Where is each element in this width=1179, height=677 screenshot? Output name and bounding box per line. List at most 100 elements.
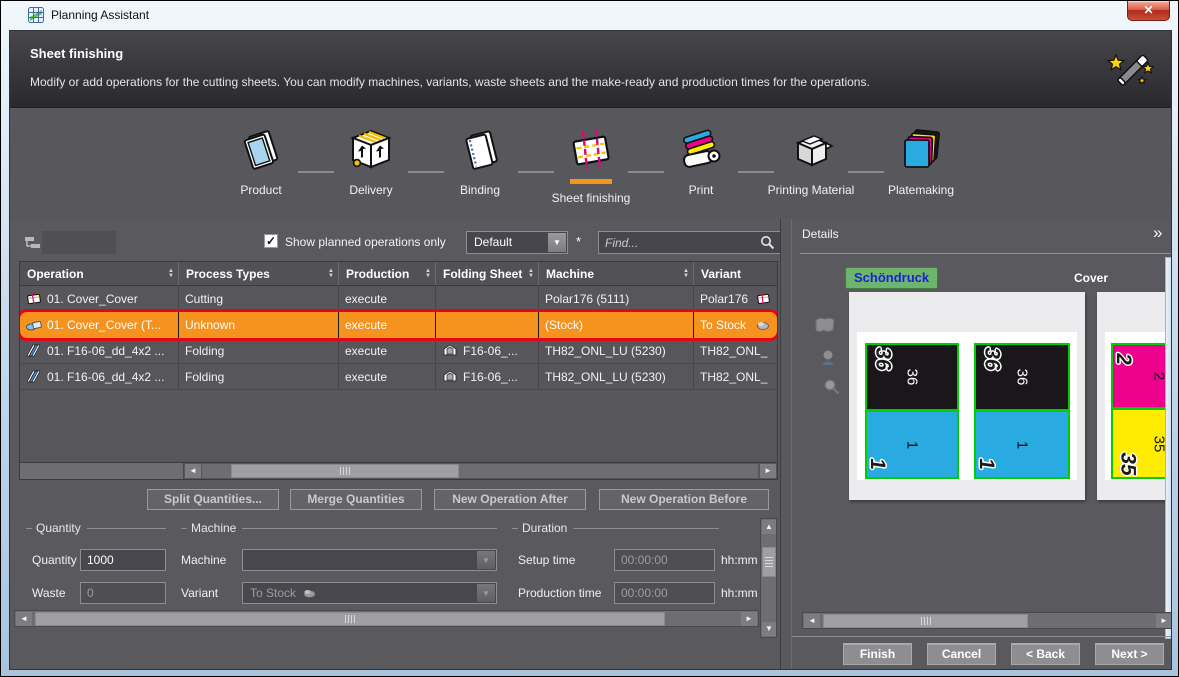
table-hscrollbar[interactable]: ◄ ► xyxy=(20,462,777,479)
sheet-preview-back[interactable]: 2 2 35 35 xyxy=(1097,292,1172,500)
panel-hscrollbar[interactable]: ◄ ► xyxy=(14,610,759,627)
sheet-preview-icon[interactable] xyxy=(812,315,838,335)
step-platemaking[interactable]: Platemaking xyxy=(871,127,971,197)
sheet-preview-front[interactable]: 36 36 1 1 36 36 1 1 xyxy=(849,292,1085,500)
step-binding[interactable]: Binding xyxy=(430,127,530,197)
setup-time-unit: hh:mm xyxy=(721,553,759,567)
scroll-right-button[interactable]: ► xyxy=(760,464,776,478)
chevron-down-icon[interactable]: ▼ xyxy=(548,233,566,252)
page-number: 36 xyxy=(904,369,921,386)
page-bottom-cyan: 1 1 xyxy=(974,410,1070,479)
merge-quantities-button[interactable]: Merge Quantities xyxy=(290,489,422,510)
page-number-corner: 1 xyxy=(976,457,996,471)
titlebar[interactable]: Planning Assistant ✕ xyxy=(1,1,1178,29)
scrollbar-thumb[interactable] xyxy=(35,612,665,626)
variant-value: To Stock xyxy=(250,586,296,600)
sort-icon[interactable]: ▲▼ xyxy=(528,269,534,279)
step-print[interactable]: Print xyxy=(651,127,751,197)
cancel-button[interactable]: Cancel xyxy=(927,643,996,665)
page-number: 1 xyxy=(904,440,921,448)
window-title: Planning Assistant xyxy=(51,8,149,22)
step-delivery[interactable]: Delivery xyxy=(321,127,421,197)
scrollbar-thumb[interactable] xyxy=(231,464,459,478)
scroll-left-button[interactable]: ◄ xyxy=(16,612,32,626)
step-label: Binding xyxy=(430,183,530,197)
step-label: Printing Material xyxy=(761,183,861,197)
column-header-folding-sheet[interactable]: Folding Sheet▲▼ xyxy=(436,262,539,285)
form-vscrollbar[interactable]: ▲ ▼ xyxy=(760,518,777,638)
sort-icon[interactable]: ▲▼ xyxy=(683,269,689,279)
machine-label: Machine xyxy=(181,553,226,567)
column-header-operation[interactable]: Operation▲▼ xyxy=(20,262,179,285)
sort-icon[interactable]: ▲▼ xyxy=(328,269,334,279)
tree-view-icon[interactable] xyxy=(24,235,42,250)
folding-sheet: F16-06_... xyxy=(463,344,518,358)
scroll-right-button[interactable]: ► xyxy=(1156,614,1172,628)
back-button[interactable]: < Back xyxy=(1011,643,1080,665)
column-header-variant[interactable]: Variant xyxy=(694,262,777,285)
stock-icon xyxy=(756,319,771,331)
page-number-corner: 2 xyxy=(1113,352,1133,366)
chevron-down-icon[interactable]: ▼ xyxy=(477,551,495,569)
planned-only-checkbox[interactable]: ✓ xyxy=(264,234,278,248)
footer-separator xyxy=(792,636,1172,637)
page-top-black: 36 36 xyxy=(974,343,1070,411)
step-product[interactable]: Product xyxy=(211,127,311,197)
details-expand-icon[interactable]: » xyxy=(1153,223,1162,243)
production-time-input[interactable] xyxy=(614,582,715,604)
step-sheet-finishing[interactable]: Sheet finishing xyxy=(541,127,641,205)
page-top-black: 36 36 xyxy=(865,343,959,411)
sort-icon[interactable]: ▲▼ xyxy=(168,269,174,279)
quantity-input[interactable] xyxy=(80,549,166,571)
page-block: 36 36 1 1 xyxy=(865,343,959,479)
finish-button[interactable]: Finish xyxy=(843,643,912,665)
table-row-selected[interactable]: 01. Cover_Cover (T... Unknown execute (S… xyxy=(20,312,777,338)
column-header-process-types[interactable]: Process Types▲▼ xyxy=(179,262,339,285)
page-bottom-cyan: 1 1 xyxy=(865,410,959,479)
column-header-production[interactable]: Production▲▼ xyxy=(339,262,436,285)
process-type: Folding xyxy=(185,344,224,358)
next-button[interactable]: Next > xyxy=(1095,643,1164,665)
page-number-corner: 36 xyxy=(873,346,893,372)
sort-icon[interactable]: ▲▼ xyxy=(425,269,431,279)
details-hscrollbar[interactable]: ◄ ► xyxy=(802,612,1172,629)
find-field[interactable] xyxy=(598,231,781,254)
new-operation-before-button[interactable]: New Operation Before xyxy=(599,489,769,510)
table-row[interactable]: 01. F16-06_dd_4x2 ... Folding execute F1… xyxy=(20,364,777,390)
header-band: Sheet finishing Modify or add operations… xyxy=(10,31,1171,108)
search-icon[interactable] xyxy=(760,235,775,250)
machine-dropdown[interactable]: ▼ xyxy=(242,549,497,571)
zoom-icon[interactable] xyxy=(823,378,841,396)
variant-name: TH82_ONL_ xyxy=(700,344,767,358)
scroll-left-button[interactable]: ◄ xyxy=(185,464,201,478)
scrollbar-thumb[interactable] xyxy=(762,547,776,577)
waste-input[interactable] xyxy=(80,582,166,604)
print-icon xyxy=(678,127,724,173)
scrollbar-thumb[interactable] xyxy=(823,614,1028,628)
variant-dropdown[interactable]: To Stock ▼ xyxy=(242,582,497,604)
preset-dropdown[interactable]: Default ▼ xyxy=(466,231,568,254)
scroll-up-button[interactable]: ▲ xyxy=(762,520,776,534)
scroll-down-button[interactable]: ▼ xyxy=(762,622,776,636)
table-row[interactable]: 01. F16-06_dd_4x2 ... Folding execute F1… xyxy=(20,338,777,364)
step-printing-material[interactable]: Printing Material xyxy=(761,127,861,197)
production-time-unit: hh:mm xyxy=(721,586,759,600)
print-side-badge: Schöndruck xyxy=(845,267,938,289)
machine-name: (Stock) xyxy=(545,318,583,332)
pin-icon[interactable] xyxy=(820,348,836,368)
setup-time-input[interactable] xyxy=(614,549,715,571)
chevron-down-icon[interactable]: ▼ xyxy=(477,584,495,602)
scroll-left-button[interactable]: ◄ xyxy=(804,614,820,628)
close-button[interactable]: ✕ xyxy=(1127,1,1170,21)
page-number-corner: 36 xyxy=(982,346,1002,372)
find-input[interactable] xyxy=(605,234,755,251)
scroll-right-button[interactable]: ► xyxy=(741,612,757,626)
operation-name: 01. F16-06_dd_4x2 ... xyxy=(47,344,164,358)
table-row[interactable]: 01. Cover_Cover Cutting execute Polar176… xyxy=(20,286,777,312)
variant-name: TH82_ONL_ xyxy=(700,370,767,384)
new-operation-after-button[interactable]: New Operation After xyxy=(434,489,586,510)
column-header-machine[interactable]: Machine▲▼ xyxy=(539,262,694,285)
split-quantities-button[interactable]: Split Quantities... xyxy=(147,489,279,510)
details-vscrollbar[interactable] xyxy=(1165,257,1172,639)
filter-selector-box[interactable] xyxy=(42,231,116,254)
